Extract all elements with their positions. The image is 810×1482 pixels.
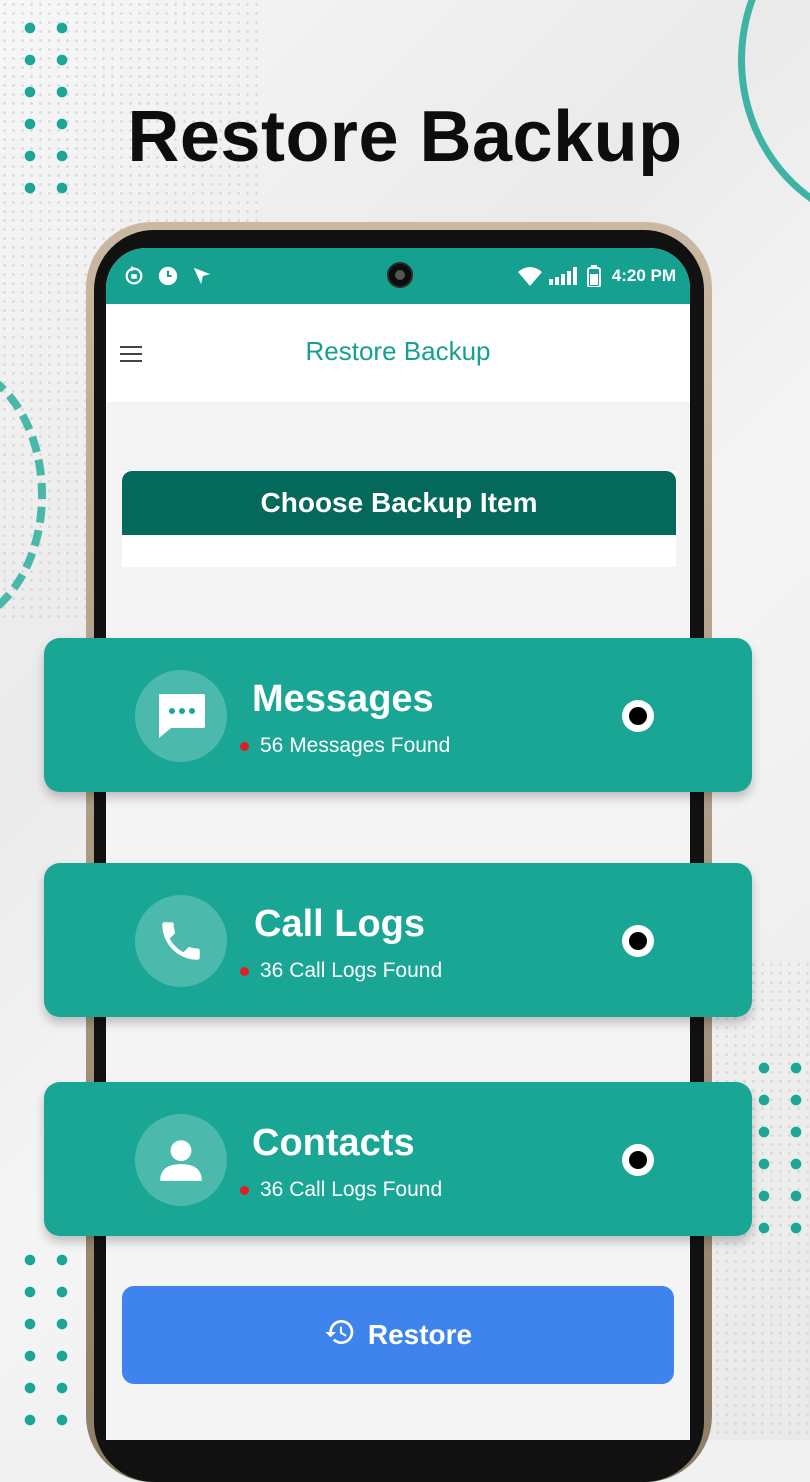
status-dot <box>240 741 249 751</box>
radio-button-selected[interactable] <box>622 925 654 957</box>
location-arrow-icon <box>190 264 214 288</box>
teal-dot-pattern <box>748 1052 810 1238</box>
battery-icon <box>586 264 602 288</box>
clock-icon <box>156 264 180 288</box>
status-time: 4:20 PM <box>611 266 676 285</box>
app-title: Restore Backup <box>305 336 491 366</box>
message-icon <box>135 670 227 762</box>
phone-screen: 4:20 PM Restore Backup Choose Backup Ite… <box>106 248 690 1440</box>
restore-button[interactable]: Restore <box>122 1286 674 1384</box>
teal-dot-pattern <box>14 1244 78 1440</box>
radio-button-selected[interactable] <box>622 700 654 732</box>
item-subtitle: 36 Call Logs Found <box>260 959 443 982</box>
signal-icon <box>548 264 580 288</box>
item-title: Messages <box>252 678 434 720</box>
phone-icon <box>135 895 227 987</box>
wifi-icon <box>517 264 542 288</box>
sync-icon <box>122 264 146 288</box>
page-headline: Restore Backup <box>127 97 683 177</box>
item-title: Call Logs <box>254 903 426 945</box>
status-dot <box>240 966 249 976</box>
choose-backup-header: Choose Backup Item <box>122 471 676 535</box>
item-subtitle: 36 Call Logs Found <box>260 1178 443 1201</box>
status-dot <box>240 1185 249 1195</box>
item-subtitle: 56 Messages Found <box>260 734 451 757</box>
front-camera <box>387 262 413 288</box>
restore-button-label: Restore <box>367 1319 473 1350</box>
backup-item-call-logs[interactable]: Call Logs 36 Call Logs Found <box>44 863 752 1017</box>
radio-button-selected[interactable] <box>622 1144 654 1176</box>
person-icon <box>135 1114 227 1206</box>
backup-item-messages[interactable]: Messages 56 Messages Found <box>44 638 752 792</box>
item-title: Contacts <box>252 1122 415 1164</box>
status-bar: 4:20 PM <box>106 248 690 304</box>
history-icon <box>324 1316 356 1355</box>
app-bar: Restore Backup <box>106 304 690 402</box>
backup-item-contacts[interactable]: Contacts 36 Call Logs Found <box>44 1082 752 1236</box>
